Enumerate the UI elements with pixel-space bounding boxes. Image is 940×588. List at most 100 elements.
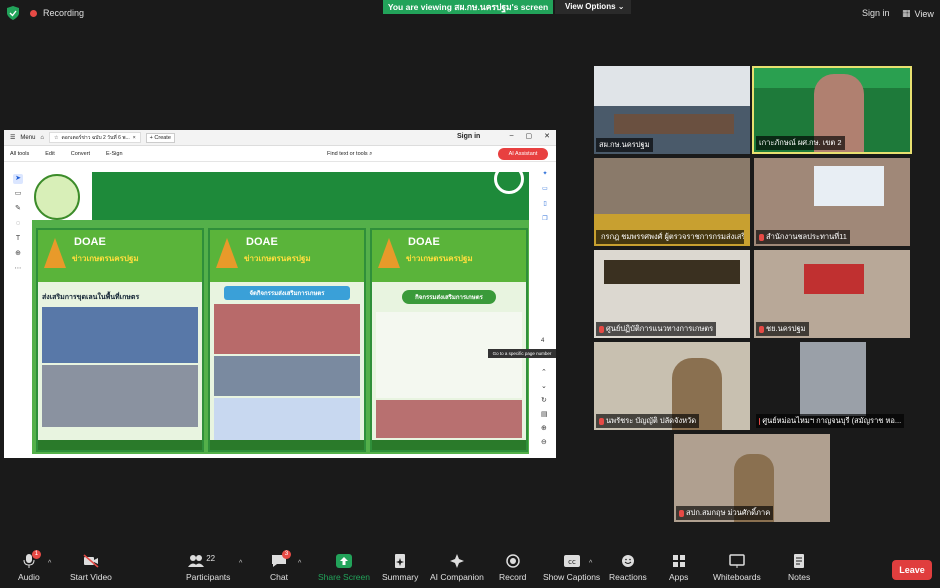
sign-in-link[interactable]: Sign in bbox=[862, 8, 890, 18]
participant-tile[interactable]: กรกฎ ชมพรรศพงศ์ ผู้ตรวจราชการกรมส่งเสริม bbox=[594, 158, 750, 246]
home-icon[interactable]: ⌂ bbox=[40, 135, 44, 141]
temple-icon bbox=[378, 238, 400, 268]
mic-muted-icon bbox=[759, 417, 761, 425]
participants-options-caret[interactable]: ^ bbox=[239, 560, 242, 567]
summary-button[interactable]: Summary bbox=[382, 554, 418, 582]
page-number-field[interactable]: 4 bbox=[541, 338, 544, 344]
toolbar-esign[interactable]: E-Sign bbox=[106, 151, 123, 157]
participant-tile-active-speaker[interactable]: เกาะภักษณ์ ผศ.กษ. เขต 2 bbox=[752, 66, 912, 154]
audio-button[interactable]: 1 Audio bbox=[18, 550, 41, 582]
more-icon[interactable]: ⋯ bbox=[13, 264, 23, 274]
participants-count: 22 bbox=[206, 554, 216, 563]
lasso-icon[interactable]: ◌ bbox=[13, 219, 23, 229]
participants-button[interactable]: 22 Participants bbox=[186, 554, 230, 582]
apps-icon bbox=[671, 554, 687, 568]
panel-subtitle: ข่าวเกษตรนครปฐม bbox=[244, 254, 311, 263]
minimize-icon[interactable]: – bbox=[510, 132, 514, 140]
participant-name: สผ.กษ.นครปฐม bbox=[596, 138, 653, 152]
participant-tile[interactable]: สปก.สมกฤษ ม่วนศักดิ์ภาค bbox=[674, 434, 830, 522]
refresh-icon[interactable]: ↻ bbox=[541, 396, 548, 404]
temple-icon bbox=[216, 238, 238, 268]
start-video-button[interactable]: Start Video bbox=[70, 554, 112, 582]
doae-logo-icon bbox=[34, 174, 80, 220]
shield-icon[interactable] bbox=[7, 6, 19, 20]
ai-sparkle-icon[interactable]: ✦ bbox=[541, 170, 549, 178]
panel-text-block bbox=[214, 398, 360, 440]
reactions-button[interactable]: Reactions bbox=[609, 554, 647, 582]
chevron-down-icon[interactable]: ⌄ bbox=[541, 382, 548, 390]
view-options-button[interactable]: View Options ⌄ bbox=[555, 0, 631, 14]
close-window-icon[interactable]: ✕ bbox=[544, 132, 550, 140]
cursor-tool-icon[interactable]: ➤ bbox=[13, 174, 23, 184]
panel-photo bbox=[376, 400, 522, 438]
participant-tile[interactable]: ศูนย์หม่อนไหมฯ กาญจนบุรี (สมัญราช หอ... bbox=[754, 342, 910, 430]
recording-label: Recording bbox=[43, 8, 85, 18]
save-icon[interactable]: ▤ bbox=[541, 410, 548, 418]
zoom-in-icon[interactable]: ⊕ bbox=[541, 424, 548, 432]
recording-indicator[interactable]: Recording bbox=[30, 8, 84, 18]
meeting-controls-bar: 1 Audio ^ Start Video 22 Participants ^ … bbox=[0, 548, 940, 588]
grid-icon: ▦ bbox=[902, 8, 911, 18]
smiley-icon bbox=[620, 554, 636, 568]
show-captions-button[interactable]: cc Show Captions bbox=[543, 554, 600, 582]
panel-brand: DOAE bbox=[408, 236, 440, 248]
toolbar-all-tools[interactable]: All tools bbox=[10, 151, 29, 157]
ai-assistant-button[interactable]: AI Assistant bbox=[498, 148, 548, 160]
newsletter-panel-2: DOAE ข่าวเกษตรนครปฐม จัดกิจกรรมส่งเสริมก… bbox=[208, 228, 366, 452]
view-button[interactable]: ▦ View bbox=[902, 8, 934, 19]
participant-tile[interactable]: นพรัชระ บัญญัติ ปลัดจังหวัด bbox=[594, 342, 750, 430]
participant-tile[interactable]: ศูนย์ปฏิบัติการแนวทางการเกษตร bbox=[594, 250, 750, 338]
app-toolbar: All tools Edit Convert E-Sign Find text … bbox=[4, 146, 556, 162]
left-toolrail: ➤ ▭ ✎ ◌ T ⊕ ⋯ bbox=[10, 174, 26, 294]
whiteboards-button[interactable]: Whiteboards bbox=[713, 554, 761, 582]
zoom-out-icon[interactable]: ⊖ bbox=[541, 438, 548, 446]
close-icon[interactable]: × bbox=[133, 135, 136, 141]
mic-muted-icon bbox=[759, 325, 764, 333]
star-icon: ☆ bbox=[54, 134, 59, 141]
apps-button[interactable]: Apps bbox=[669, 554, 688, 582]
panel-subtitle: ข่าวเกษตรนครปฐม bbox=[72, 254, 139, 263]
app-sign-in[interactable]: Sign in bbox=[457, 133, 480, 140]
ai-companion-button[interactable]: AI Companion bbox=[430, 554, 484, 582]
record-button[interactable]: Record bbox=[499, 554, 526, 582]
notes-button[interactable]: Notes bbox=[788, 554, 810, 582]
pen-icon[interactable]: ✎ bbox=[13, 204, 23, 214]
captions-icon: cc bbox=[563, 554, 580, 568]
panel-photo-2 bbox=[42, 365, 198, 427]
mic-muted-icon bbox=[599, 417, 604, 425]
text-tool-icon[interactable]: T bbox=[13, 234, 23, 244]
comment-icon[interactable]: ▭ bbox=[541, 185, 549, 193]
participant-tile[interactable]: สำนักงานชลประทานที่11 bbox=[754, 158, 910, 246]
record-dot-icon bbox=[30, 9, 37, 17]
audio-options-caret[interactable]: ^ bbox=[48, 560, 51, 567]
toolbar-convert[interactable]: Convert bbox=[71, 151, 90, 157]
mic-muted-icon bbox=[679, 509, 684, 517]
browser-tabbar: ☰ Menu ⌂ ☆ ดอกเตอร์ข่าว ฉบับ 2 วันที่ 6 … bbox=[4, 130, 556, 146]
copy-icon[interactable]: ❐ bbox=[541, 215, 549, 223]
toolbar-edit[interactable]: Edit bbox=[45, 151, 54, 157]
comment-icon[interactable]: ▭ bbox=[13, 189, 23, 199]
document-tab[interactable]: ☆ ดอกเตอร์ข่าว ฉบับ 2 วันที่ 6 พ... × bbox=[49, 132, 141, 143]
menu-label[interactable]: Menu bbox=[20, 135, 35, 141]
shared-screen[interactable]: ☰ Menu ⌂ ☆ ดอกเตอร์ข่าว ฉบับ 2 วันที่ 6 … bbox=[4, 130, 556, 458]
participant-tile[interactable]: ชย.นครปฐม bbox=[754, 250, 910, 338]
menu-icon[interactable]: ☰ bbox=[10, 134, 15, 141]
video-off-icon bbox=[83, 554, 99, 568]
captions-options-caret[interactable]: ^ bbox=[589, 560, 592, 567]
chat-options-caret[interactable]: ^ bbox=[298, 560, 301, 567]
svg-text:cc: cc bbox=[568, 558, 576, 566]
leave-button[interactable]: Leave bbox=[892, 560, 932, 580]
stamp-icon[interactable]: ⊕ bbox=[13, 249, 23, 259]
share-screen-button[interactable]: Share Screen bbox=[318, 554, 370, 582]
tab-title: ดอกเตอร์ข่าว ฉบับ 2 วันที่ 6 พ... bbox=[61, 134, 130, 141]
create-button[interactable]: + Create bbox=[145, 132, 175, 143]
find-tools[interactable]: Find text or tools ⌕ bbox=[327, 151, 372, 158]
participant-tile[interactable]: สผ.กษ.นครปฐม bbox=[594, 66, 750, 154]
top-bar: Recording You are viewing สผ.กษ.นครปฐม's… bbox=[0, 0, 940, 26]
maximize-icon[interactable]: ▢ bbox=[526, 132, 533, 140]
bookmark-icon[interactable]: ▯ bbox=[541, 200, 549, 208]
chevron-up-icon[interactable]: ⌃ bbox=[541, 368, 548, 376]
chat-button[interactable]: 3 Chat bbox=[270, 550, 291, 582]
panel-subtitle: ข่าวเกษตรนครปฐม bbox=[406, 254, 473, 263]
window-controls: – ▢ ✕ bbox=[510, 132, 550, 140]
